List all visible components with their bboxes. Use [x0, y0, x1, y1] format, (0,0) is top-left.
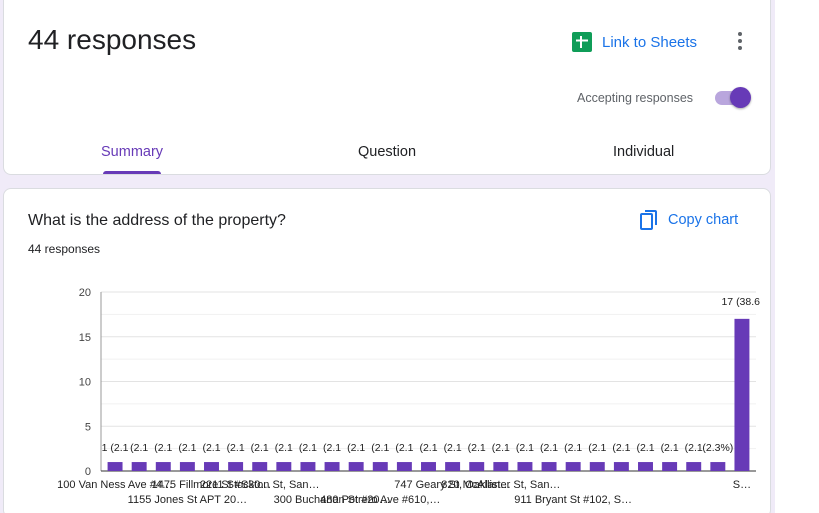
x-tick-label: 1155 Jones St APT 20… [128, 494, 247, 506]
chart-bar [107, 462, 123, 471]
chart-bar [613, 462, 629, 471]
bar-data-label: (2.1 [636, 442, 654, 454]
bar-data-label: (2.1 [468, 442, 486, 454]
bar-data-label: (2.1 [588, 442, 606, 454]
bar-data-label: (2.1 [564, 442, 582, 454]
bar-data-label: (2.1 [492, 442, 510, 454]
x-tick-label: 820 McAllister St, San… [441, 479, 560, 491]
tab-summary[interactable]: Summary [101, 144, 163, 160]
chart-bar [638, 462, 653, 471]
bar-data-label: (2.1 [275, 442, 293, 454]
y-tick-label: 10 [79, 377, 91, 389]
chart-bar [589, 462, 605, 471]
chart-bar [396, 462, 412, 471]
y-tick-label: 20 [79, 287, 91, 299]
y-tick-label: 5 [85, 421, 91, 433]
chart-bar [179, 462, 195, 471]
bar-data-label: (2.1 [178, 442, 196, 454]
bar-data-label: (2.1 [661, 442, 679, 454]
chart-bar [686, 462, 702, 471]
y-tick-label: 15 [79, 332, 91, 344]
bar-data-label: (2.1 [251, 442, 269, 454]
bar-data-label: (2.1 [516, 442, 534, 454]
bar-data-label: (2.1 [347, 442, 365, 454]
chart-bar [204, 462, 219, 471]
bar-data-label: 17 (38.6 [721, 296, 760, 308]
chart-bar [517, 462, 533, 471]
bar-chart: 051015201 (2.1100 Van Ness Ave #4…(2.1 (2… [57, 287, 760, 506]
x-tick-label: S… [733, 479, 751, 491]
chart-bar [276, 462, 292, 471]
more-options-icon[interactable] [729, 28, 751, 54]
chart-bar [155, 462, 171, 471]
accepting-responses-label: Accepting responses [577, 91, 694, 105]
chart-bar [662, 462, 678, 471]
chart-bar [300, 462, 316, 471]
active-tab-indicator [103, 171, 161, 174]
tab-question[interactable]: Question [358, 144, 416, 160]
link-to-sheets-label: Link to Sheets [602, 33, 698, 51]
bar-data-label: (2.1 [419, 442, 437, 454]
bar-data-label: (2.1 [540, 442, 558, 454]
chart-bar [252, 462, 268, 471]
chart-bar [469, 462, 485, 471]
bar-data-label: (2.1 [612, 442, 630, 454]
bar-data-label: (2.1 [154, 442, 172, 454]
bar-data-label: (2.1 [202, 442, 220, 454]
chart-bar [710, 462, 726, 471]
x-tick-label: 480 Potrero Ave #610,… [320, 494, 440, 506]
sheets-icon [572, 32, 592, 52]
bar-data-label: (2.1 [685, 442, 703, 454]
question-summary-card: What is the address of the property? 44 … [3, 188, 771, 513]
chart-bar [372, 462, 388, 471]
chart-bar [445, 462, 461, 471]
tab-individual[interactable]: Individual [613, 144, 674, 160]
chart-bar [493, 462, 509, 471]
bar-data-label: 1 (2.1 [102, 442, 129, 454]
bar-data-label: (2.1 [444, 442, 462, 454]
chart-bar [131, 462, 147, 471]
bar-data-label: (2.1 [299, 442, 317, 454]
y-tick-label: 0 [85, 466, 91, 478]
toggle-thumb [730, 87, 751, 108]
chart-bar [541, 462, 557, 471]
chart-bar [421, 462, 436, 471]
bar-data-label: (2.3%) [702, 442, 733, 454]
chart-bar [228, 462, 244, 471]
bar-data-label: (2.1 [395, 442, 413, 454]
chart-bar [565, 462, 581, 471]
bar-data-label: (2.1 [371, 442, 389, 454]
chart-bar [734, 318, 750, 471]
x-tick-label: 911 Bryant St #102, S… [514, 494, 632, 506]
chart-bar [348, 462, 364, 471]
chart-bar [324, 462, 340, 471]
responses-count-title: 44 responses [28, 24, 197, 55]
bar-data-label: (2.1 [323, 442, 341, 454]
bar-data-label: (2.1 [227, 442, 245, 454]
bar-data-label: (2.1 [130, 442, 148, 454]
responses-header-card: 44 responses Link to Sheets Accepting re… [3, 0, 771, 175]
accepting-responses-toggle[interactable] [713, 86, 753, 108]
x-tick-label: 2211 Stockton St, San… [200, 479, 320, 491]
link-to-sheets-button[interactable]: Link to Sheets [572, 28, 697, 56]
